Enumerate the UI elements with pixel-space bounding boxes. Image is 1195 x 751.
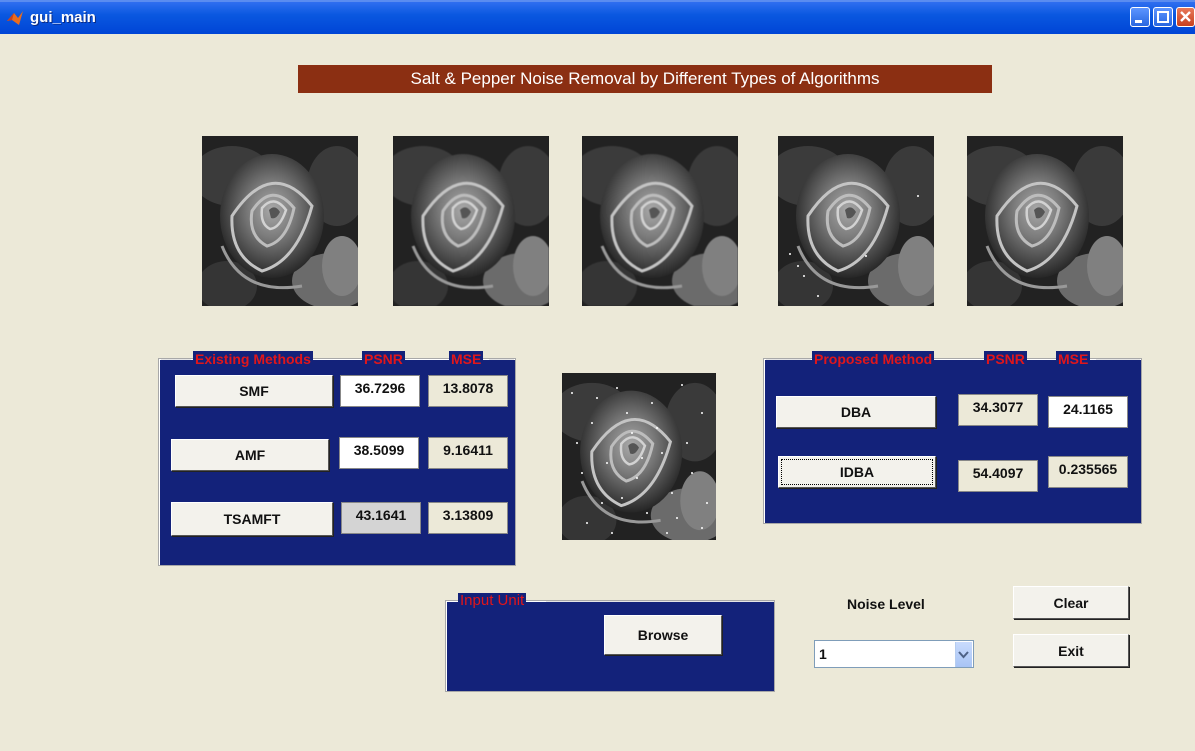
idba-button[interactable]: IDBA (778, 456, 936, 488)
rose-noisy-image (562, 373, 716, 540)
existing-methods-title: Existing Methods (193, 351, 313, 367)
window-titlebar[interactable]: gui_main (0, 0, 1195, 34)
clear-button[interactable]: Clear (1013, 586, 1129, 619)
minimize-icon (1135, 20, 1142, 23)
rose-original-image (202, 136, 358, 306)
rose-filtered-3-image (778, 136, 934, 306)
dba-mse-value: 24.1165 (1048, 396, 1128, 428)
existing-methods-panel: Existing Methods PSNR MSE SMF 36.7296 13… (158, 351, 516, 566)
amf-button[interactable]: AMF (171, 439, 329, 471)
proposed-mse-header: MSE (1056, 351, 1091, 367)
dropdown-arrow[interactable] (955, 642, 972, 667)
exit-button[interactable]: Exit (1013, 634, 1129, 667)
maximize-button[interactable] (1153, 7, 1173, 27)
input-unit-title: Input Unit (458, 592, 527, 609)
chevron-down-icon (958, 651, 969, 659)
proposed-psnr-header: PSNR (984, 351, 1027, 367)
tsamft-button[interactable]: TSAMFT (171, 502, 333, 536)
tsamft-psnr-value: 43.1641 (341, 502, 421, 534)
amf-psnr-value: 38.5099 (339, 437, 419, 469)
smf-button[interactable]: SMF (175, 375, 333, 407)
amf-mse-value: 9.16411 (428, 437, 508, 469)
close-button[interactable] (1176, 7, 1195, 27)
page-heading: Salt & Pepper Noise Removal by Different… (298, 65, 992, 93)
dba-psnr-value: 34.3077 (958, 394, 1038, 426)
rose-filtered-1-image (393, 136, 549, 306)
input-unit-panel: Input Unit Browse (445, 593, 775, 692)
tsamft-mse-value: 3.13809 (428, 502, 508, 534)
noise-level-select[interactable]: 1 (814, 640, 974, 668)
smf-mse-value: 13.8078 (428, 375, 508, 407)
rose-filtered-4-image (967, 136, 1123, 306)
existing-psnr-header: PSNR (362, 351, 405, 367)
idba-mse-value: 0.235565 (1048, 456, 1128, 488)
maximize-icon (1157, 11, 1169, 23)
existing-mse-header: MSE (449, 351, 484, 367)
dba-button[interactable]: DBA (776, 396, 936, 428)
noise-level-value: 1 (819, 646, 827, 662)
matlab-icon (7, 11, 23, 25)
minimize-button[interactable] (1130, 7, 1150, 27)
noise-level-label: Noise Level (847, 596, 925, 612)
smf-psnr-value: 36.7296 (340, 375, 420, 407)
browse-button[interactable]: Browse (604, 615, 722, 655)
close-icon (1180, 11, 1191, 22)
rose-filtered-2-image (582, 136, 738, 306)
idba-psnr-value: 54.4097 (958, 460, 1038, 492)
window-title: gui_main (30, 9, 96, 26)
proposed-method-title: Proposed Method (812, 351, 935, 367)
proposed-method-panel: Proposed Method PSNR MSE DBA 34.3077 24.… (763, 351, 1142, 524)
